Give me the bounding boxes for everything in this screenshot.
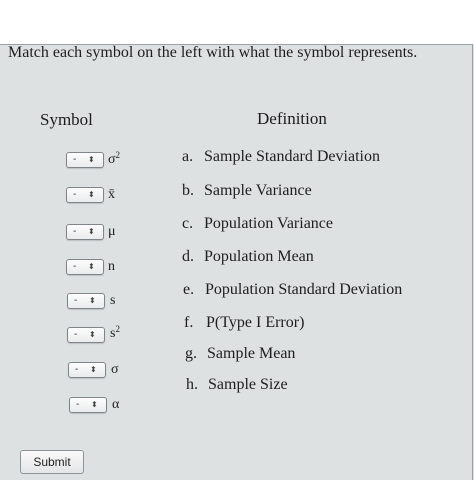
submit-button[interactable]: Submit <box>20 450 84 474</box>
select-value: - <box>73 226 77 237</box>
updown-arrow-icon: ⬍ <box>88 190 95 199</box>
symbol-select[interactable]: - ⬍ <box>68 362 106 378</box>
symbol-select[interactable]: - ⬍ <box>66 259 104 275</box>
definition-text: Population Variance <box>204 215 334 232</box>
definition-letter: b. <box>182 182 194 199</box>
definition-item: a. Sample Standard Deviation <box>182 148 380 166</box>
symbol-label: α <box>112 395 119 413</box>
updown-arrow-icon: ⬍ <box>89 330 96 339</box>
definition-letter: h. <box>186 376 198 393</box>
select-value: - <box>74 329 78 340</box>
definition-text: Sample Variance <box>204 182 312 199</box>
definition-item: d. Population Mean <box>182 248 314 266</box>
definition-item: f. P(Type I Error) <box>184 314 304 332</box>
symbol-select[interactable]: - ⬍ <box>67 327 105 343</box>
symbol-select[interactable]: - ⬍ <box>66 152 104 168</box>
definition-text: Sample Standard Deviation <box>204 148 380 165</box>
definition-letter: c. <box>182 215 194 232</box>
definition-letter: d. <box>182 248 194 265</box>
definition-text: Sample Mean <box>207 345 296 362</box>
updown-arrow-icon: ⬍ <box>88 262 95 271</box>
updown-arrow-icon: ⬍ <box>88 155 95 164</box>
symbol-label: σ <box>111 360 119 378</box>
symbol-select[interactable]: - ⬍ <box>66 224 104 240</box>
definition-item: g. Sample Mean <box>185 345 295 363</box>
top-band <box>0 0 474 44</box>
definition-letter: e. <box>183 281 195 298</box>
definition-letter: a. <box>182 148 194 165</box>
select-value: - <box>73 189 77 200</box>
select-value: - <box>75 364 79 375</box>
symbol-label: σ2 <box>108 150 120 168</box>
symbol-base: σ <box>108 152 116 167</box>
select-value: - <box>74 295 78 306</box>
symbol-superscript: 2 <box>115 150 121 160</box>
symbol-superscript: 2 <box>115 324 120 334</box>
symbol-base: α <box>112 397 120 412</box>
select-value: - <box>76 399 80 410</box>
symbol-label: n <box>108 257 115 275</box>
updown-arrow-icon: ⬍ <box>88 227 95 236</box>
symbol-label: s <box>110 291 115 309</box>
select-value: - <box>73 261 77 272</box>
updown-arrow-icon: ⬍ <box>90 365 97 374</box>
definition-header: Definition <box>257 109 327 128</box>
symbol-base: n <box>108 259 115 274</box>
definition-text: Sample Size <box>208 376 288 393</box>
symbol-base: s <box>110 293 116 308</box>
definition-item: h. Sample Size <box>186 376 288 394</box>
symbol-header: Symbol <box>40 110 93 129</box>
select-value: - <box>73 154 77 165</box>
symbol-select[interactable]: - ⬍ <box>69 397 107 413</box>
symbol-select[interactable]: - ⬍ <box>67 293 105 309</box>
question-text: Match each symbol on the left with what … <box>8 44 418 61</box>
definition-letter: g. <box>185 345 197 362</box>
updown-arrow-icon: ⬍ <box>89 296 96 305</box>
symbol-select[interactable]: - ⬍ <box>66 187 104 203</box>
definition-text: P(Type I Error) <box>206 314 305 331</box>
symbol-base: x̄ <box>108 187 115 202</box>
symbol-label: μ <box>108 222 116 240</box>
symbol-label: x̄ <box>108 185 115 203</box>
symbol-base: σ <box>111 362 119 377</box>
definition-item: e. Population Standard Deviation <box>183 281 402 299</box>
symbol-label: s2 <box>110 324 120 342</box>
definition-text: Population Mean <box>204 248 314 265</box>
definition-text: Population Standard Deviation <box>205 281 403 298</box>
updown-arrow-icon: ⬍ <box>91 400 98 409</box>
symbol-base: μ <box>108 224 116 239</box>
definition-item: c. Population Variance <box>182 215 333 233</box>
definition-letter: f. <box>184 314 194 331</box>
definition-item: b. Sample Variance <box>182 182 312 200</box>
